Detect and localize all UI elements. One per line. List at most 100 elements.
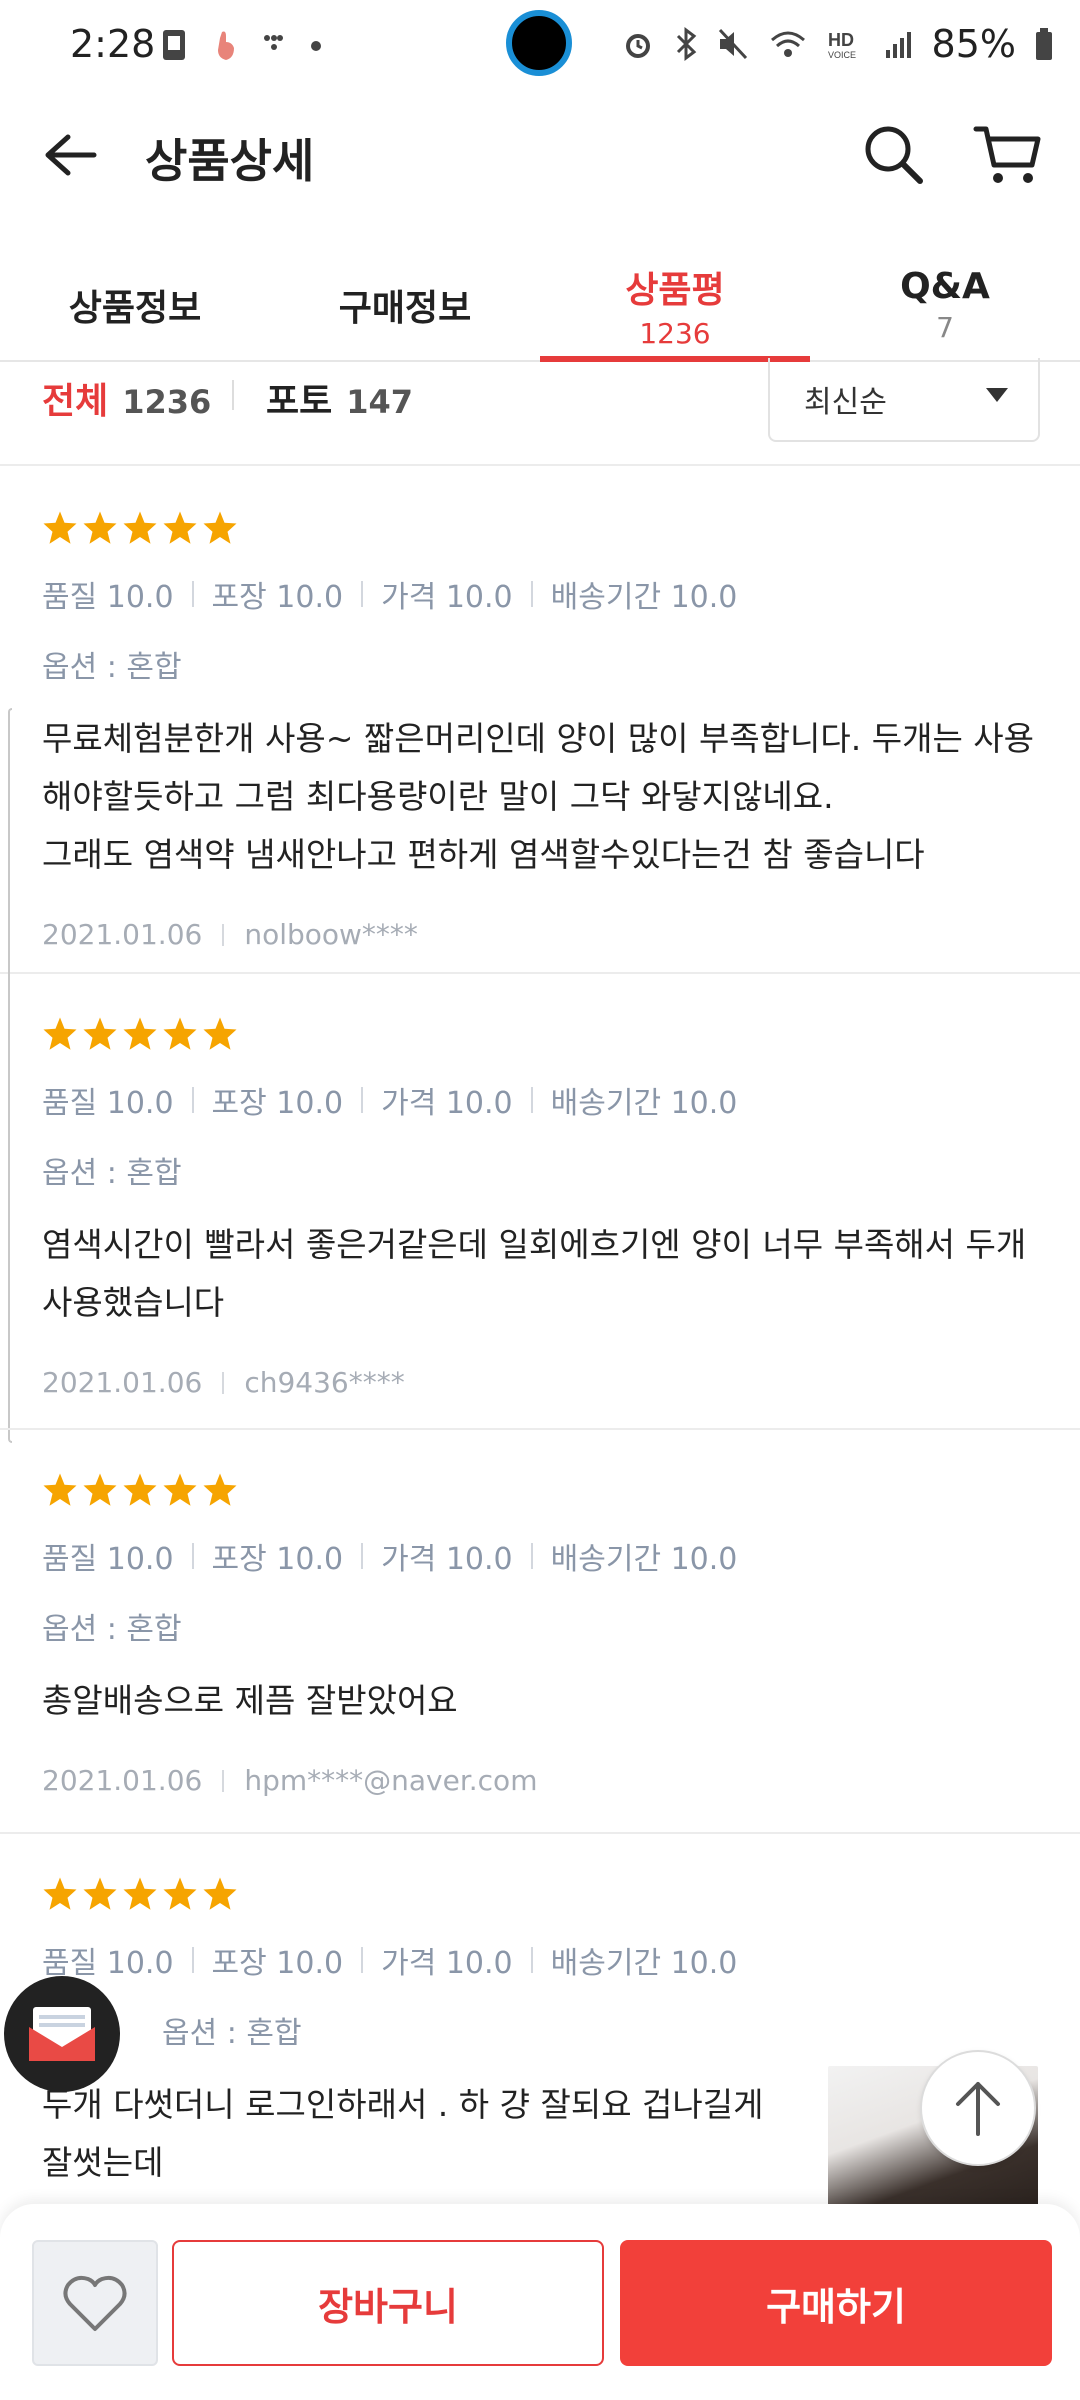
app-header: 상품상세	[0, 95, 1080, 215]
back-arrow-icon	[45, 134, 97, 176]
filter-all[interactable]: 전체 1236	[42, 372, 211, 424]
star-icon	[163, 1017, 197, 1050]
review-user: hpm****@naver.com	[244, 1764, 538, 1797]
score-divider	[530, 1543, 533, 1569]
status-right-icons: HD VOICE 85%	[620, 22, 1054, 66]
add-to-cart-button[interactable]: 장바구니	[172, 2240, 604, 2366]
star-icon	[43, 1877, 77, 1910]
score-row: 품질 10.0 포장 10.0 가격 10.0 배송기간 10.0	[42, 1938, 1038, 1982]
score-price: 가격 10.0	[381, 1542, 513, 1577]
star-rating	[42, 1874, 1038, 1914]
signal-dots-icon	[264, 35, 283, 50]
battery-percent: 85%	[931, 22, 1016, 66]
meta-divider	[222, 923, 225, 946]
cell-signal-icon	[885, 32, 911, 58]
sort-dropdown[interactable]: 최신순	[768, 358, 1040, 442]
review-option: 옵션 : 혼합	[42, 1612, 182, 1647]
meta-divider	[222, 1371, 225, 1394]
tab-qna[interactable]: Q&A 7	[810, 250, 1080, 360]
star-icon	[203, 1877, 237, 1910]
caret-down-icon	[986, 388, 1008, 402]
tab-purchase-info[interactable]: 구매정보	[270, 250, 540, 360]
review-meta: 2021.01.06 ch9436****	[42, 1366, 1038, 1399]
wishlist-button[interactable]	[32, 2240, 158, 2366]
score-packaging: 포장 10.0	[211, 1086, 344, 1121]
filter-photo[interactable]: 포토 147	[266, 372, 413, 424]
star-icon	[203, 1017, 237, 1050]
star-icon	[123, 1017, 157, 1050]
star-icon	[163, 511, 197, 544]
score-divider	[530, 1947, 533, 1973]
star-icon	[123, 511, 157, 544]
score-row: 품질 10.0 포장 10.0 가격 10.0 배송기간 10.0	[42, 1534, 1038, 1578]
bottom-action-bar: 장바구니 구매하기	[0, 2204, 1080, 2400]
message-fab[interactable]	[4, 1976, 120, 2092]
star-icon	[123, 1473, 157, 1506]
status-left-icons	[160, 28, 324, 62]
review-item: 품질 10.0 포장 10.0 가격 10.0 배송기간 10.0 옵션 : 혼…	[0, 1430, 1080, 1834]
status-bar: 2:28 HD VOICE 85%	[0, 0, 1080, 95]
score-delivery: 배송기간 10.0	[550, 1086, 738, 1121]
score-price: 가격 10.0	[381, 1946, 513, 1981]
battery-icon	[1036, 28, 1052, 60]
score-quality: 품질 10.0	[42, 1542, 174, 1577]
review-filter-bar: 전체 1236 포토 147 최신순	[0, 358, 1080, 466]
review-meta: 2021.01.06 hpm****@naver.com	[42, 1764, 1038, 1797]
mute-icon	[718, 28, 747, 60]
camera-cutout	[506, 10, 572, 76]
star-icon	[203, 511, 237, 544]
star-rating	[42, 1470, 1038, 1510]
review-text[interactable]: 무료체험분한개 사용~ 짧은머리인데 양이 많이 부족합니다. 두개는 사용해야…	[42, 710, 1038, 884]
back-button[interactable]	[38, 123, 102, 187]
filter-all-count: 1236	[122, 383, 212, 421]
cart-button[interactable]	[972, 121, 1044, 189]
score-row: 품질 10.0 포장 10.0 가격 10.0 배송기간 10.0	[42, 572, 1038, 616]
score-divider	[530, 1087, 533, 1113]
cart-icon	[973, 126, 1041, 183]
scroll-top-button[interactable]	[920, 2050, 1036, 2166]
review-user: nolboow****	[244, 918, 418, 951]
bluetooth-icon	[676, 27, 696, 61]
score-price: 가격 10.0	[381, 1086, 513, 1121]
score-divider	[361, 1947, 364, 1973]
svg-text:HD: HD	[828, 30, 854, 50]
star-icon	[83, 511, 117, 544]
review-text[interactable]: 총알배송으로 제픔 잘받았어요	[42, 1672, 1038, 1730]
svg-text:VOICE: VOICE	[828, 50, 856, 60]
buy-now-button[interactable]: 구매하기	[620, 2240, 1052, 2366]
review-date: 2021.01.06	[42, 918, 203, 951]
score-delivery: 배송기간 10.0	[550, 580, 738, 615]
tab-reviews[interactable]: 상품평 1236	[540, 250, 810, 362]
tab-label: Q&A	[900, 266, 990, 307]
wifi-icon	[770, 31, 805, 57]
review-option: 옵션 : 혼합	[42, 1156, 182, 1191]
score-price: 가격 10.0	[381, 580, 513, 615]
review-option: 옵션 : 혼합	[42, 650, 182, 685]
star-icon	[43, 1017, 77, 1050]
review-text[interactable]: 염색시간이 빨라서 좋은거같은데 일회에흐기엔 양이 너무 부족해서 두개사용했…	[42, 1216, 1038, 1332]
star-icon	[43, 511, 77, 544]
review-user: ch9436****	[244, 1366, 405, 1399]
review-item: 품질 10.0 포장 10.0 가격 10.0 배송기간 10.0 옵션 : 혼…	[0, 468, 1080, 1443]
review-date: 2021.01.06	[42, 1366, 203, 1399]
review-meta: 2021.01.06 nolboow****	[42, 918, 1038, 951]
search-button[interactable]	[860, 121, 928, 189]
tab-product-info[interactable]: 상품정보	[0, 250, 270, 360]
mail-icon	[29, 2007, 95, 2061]
star-icon	[83, 1473, 117, 1506]
score-row: 품질 10.0 포장 10.0 가격 10.0 배송기간 10.0	[42, 1078, 1038, 1122]
star-icon	[123, 1877, 157, 1910]
review-item: 품질 10.0 포장 10.0 가격 10.0 배송기간 10.0 옵션 : 혼…	[0, 974, 1080, 1430]
star-icon	[163, 1473, 197, 1506]
star-icon	[83, 1877, 117, 1910]
score-quality: 품질 10.0	[42, 580, 174, 615]
sort-label: 최신순	[804, 385, 887, 420]
alarm-icon	[625, 34, 650, 58]
hd-voice-icon: HDVOICE	[828, 30, 856, 60]
tab-count: 7	[936, 311, 954, 344]
star-icon	[163, 1877, 197, 1910]
filter-photo-count: 147	[346, 383, 414, 421]
score-quality: 품질 10.0	[42, 1086, 174, 1121]
tab-label: 상품정보	[68, 288, 202, 329]
review-text[interactable]: 두개 다썻더니 로그인하래서 . 하 걍 잘되요 겁나길게 잘썻는데	[42, 2076, 802, 2192]
